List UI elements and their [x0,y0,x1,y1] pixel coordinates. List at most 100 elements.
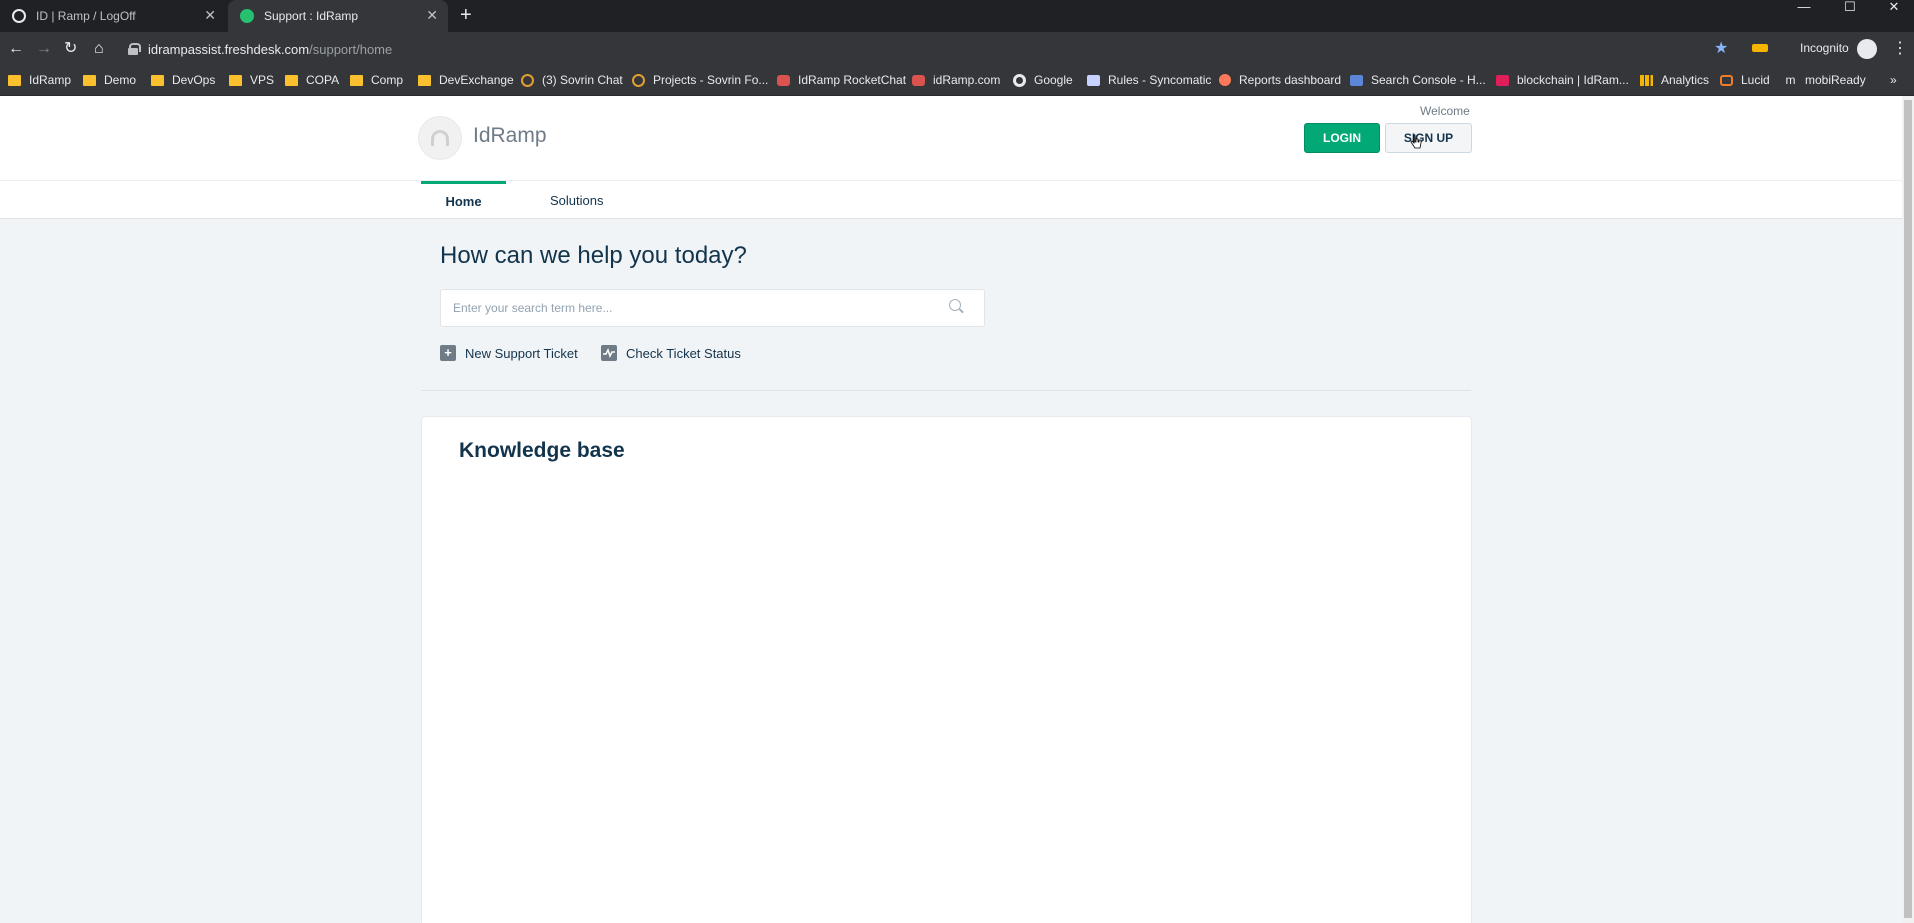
incognito-label: Incognito [1800,41,1849,55]
bookmark[interactable]: Reports dashboard [1219,73,1341,87]
close-icon[interactable]: ✕ [204,8,216,22]
reload-icon[interactable]: ↻ [64,40,77,58]
browser-tab-active[interactable]: Support : IdRamp ✕ [228,0,448,32]
bookmark-label: mobiReady [1805,73,1866,87]
folder-icon [229,74,242,86]
tab-home[interactable]: Home [421,181,506,219]
home-icon[interactable]: ⌂ [94,40,104,58]
bookmark-label: Comp [371,73,404,87]
search-input[interactable] [453,299,933,317]
bookmark[interactable]: idRamp.com [912,73,1000,87]
mobiready-icon: m [1785,72,1796,87]
browser-tab-bar: ID | Ramp / LogOff ✕ Support : IdRamp ✕ … [0,0,1914,32]
bookmark-label: COPA [306,73,340,87]
new-tab-button[interactable]: + [460,4,472,26]
bookmark[interactable]: (3) Sovrin Chat [521,73,623,87]
globe-icon [12,9,26,23]
rocketchat-icon [777,74,790,86]
search-icon[interactable] [949,299,961,311]
close-icon[interactable]: ✕ [426,8,438,22]
url-path: /support/home [309,41,393,57]
more-bookmarks-icon[interactable]: » [1890,73,1897,87]
tab-title: Support : IdRamp [264,9,359,23]
check-ticket-status-link[interactable]: Check Ticket Status [601,345,741,361]
bookmark-label: DevOps [172,73,216,87]
support-page: IdRamp Welcome LOGIN SIGN UP Home Soluti… [0,96,1904,923]
welcome-text: Welcome [1420,104,1470,118]
bookmark[interactable]: Comp [350,73,403,87]
folder-icon [83,74,96,86]
browser-tab[interactable]: ID | Ramp / LogOff ✕ [0,0,226,32]
freshdesk-icon [240,9,254,23]
activity-icon [601,345,617,361]
back-icon[interactable]: ← [8,40,24,58]
portal-header: IdRamp Welcome LOGIN SIGN UP [0,96,1902,180]
tab-solutions[interactable]: Solutions [550,181,603,219]
bookmark[interactable]: Google [1013,73,1073,87]
bookmarks-bar: IdRamp Demo DevOps VPS COPA Comp DevExch… [0,66,1914,96]
slack-icon [1496,74,1509,86]
bookmark-star-icon[interactable]: ★ [1714,38,1728,58]
bookmark-label: VPS [250,73,275,87]
hand-cursor-icon [1410,134,1422,149]
folder-icon [350,74,363,86]
close-window-icon[interactable]: ✕ [1872,0,1914,18]
bookmark[interactable]: Lucid [1720,73,1770,87]
bookmark-label: idRamp.com [933,73,1001,87]
bookmark[interactable]: Demo [83,73,136,87]
address-bar: ← → ↻ ⌂ idrampassist.freshdesk.com/suppo… [0,32,1914,66]
bookmark-label: Search Console - H... [1371,73,1486,87]
bookmark-label: Lucid [1741,73,1770,87]
login-button[interactable]: LOGIN [1304,123,1380,153]
check-status-label: Check Ticket Status [626,345,741,361]
minimize-icon[interactable]: — [1782,0,1826,18]
lock-icon [128,43,141,55]
forward-icon[interactable]: → [36,40,52,58]
new-ticket-label: New Support Ticket [465,345,578,361]
bookmark[interactable]: DevExchange [418,73,514,87]
bookmark[interactable]: Search Console - H... [1350,73,1486,87]
folder-icon [285,74,298,86]
maximize-icon[interactable]: ☐ [1828,0,1872,18]
bookmark-label: Analytics [1661,73,1710,87]
url-field[interactable]: idrampassist.freshdesk.com/support/home [128,36,1760,62]
bookmark[interactable]: Analytics [1640,73,1709,87]
new-support-ticket-link[interactable]: + New Support Ticket [440,345,578,361]
bookmark[interactable]: VPS [229,73,274,87]
bookmark-label: DevExchange [439,73,514,87]
analytics-icon [1640,74,1653,86]
bookmark[interactable]: IdRamp RocketChat [777,73,906,87]
bookmark-label: Rules - Syncomatic [1108,73,1212,87]
hero-title: How can we help you today? [440,242,747,269]
search-box[interactable] [440,289,985,327]
bookmark[interactable]: IdRamp [8,73,71,87]
search-console-icon [1350,74,1363,86]
bookmark[interactable]: COPA [285,73,339,87]
bookmark-label: Reports dashboard [1239,73,1342,87]
bookmark[interactable]: DevOps [151,73,215,87]
lucid-icon [1720,74,1733,86]
idramp-icon [912,74,925,86]
bookmark[interactable]: m mobiReady [1784,73,1866,87]
extension-icon[interactable] [1752,44,1768,52]
knowledge-base-title: Knowledge base [459,439,625,462]
divider [421,390,1471,391]
scrollbar-thumb[interactable] [1904,100,1912,918]
doc-icon [1087,74,1100,86]
signup-button[interactable]: SIGN UP [1385,123,1472,153]
portal-logo[interactable] [419,117,461,159]
knowledge-base-card: Knowledge base [421,416,1472,923]
brand-name[interactable]: IdRamp [473,124,547,148]
bookmark-label: Google [1034,73,1073,87]
incognito-icon [1857,39,1877,59]
bookmark-label: (3) Sovrin Chat [542,73,623,87]
google-icon [1013,73,1026,87]
url-host: idrampassist.freshdesk.com [148,41,310,57]
menu-icon[interactable]: ⋮ [1892,38,1908,58]
bookmark[interactable]: Projects - Sovrin Fo... [632,73,768,87]
bookmark[interactable]: Rules - Syncomatic [1087,73,1211,87]
folder-icon [151,74,164,86]
bookmark[interactable]: blockchain | IdRam... [1496,73,1629,87]
page-scrollbar[interactable] [1902,96,1914,923]
headphones-icon [431,130,449,146]
